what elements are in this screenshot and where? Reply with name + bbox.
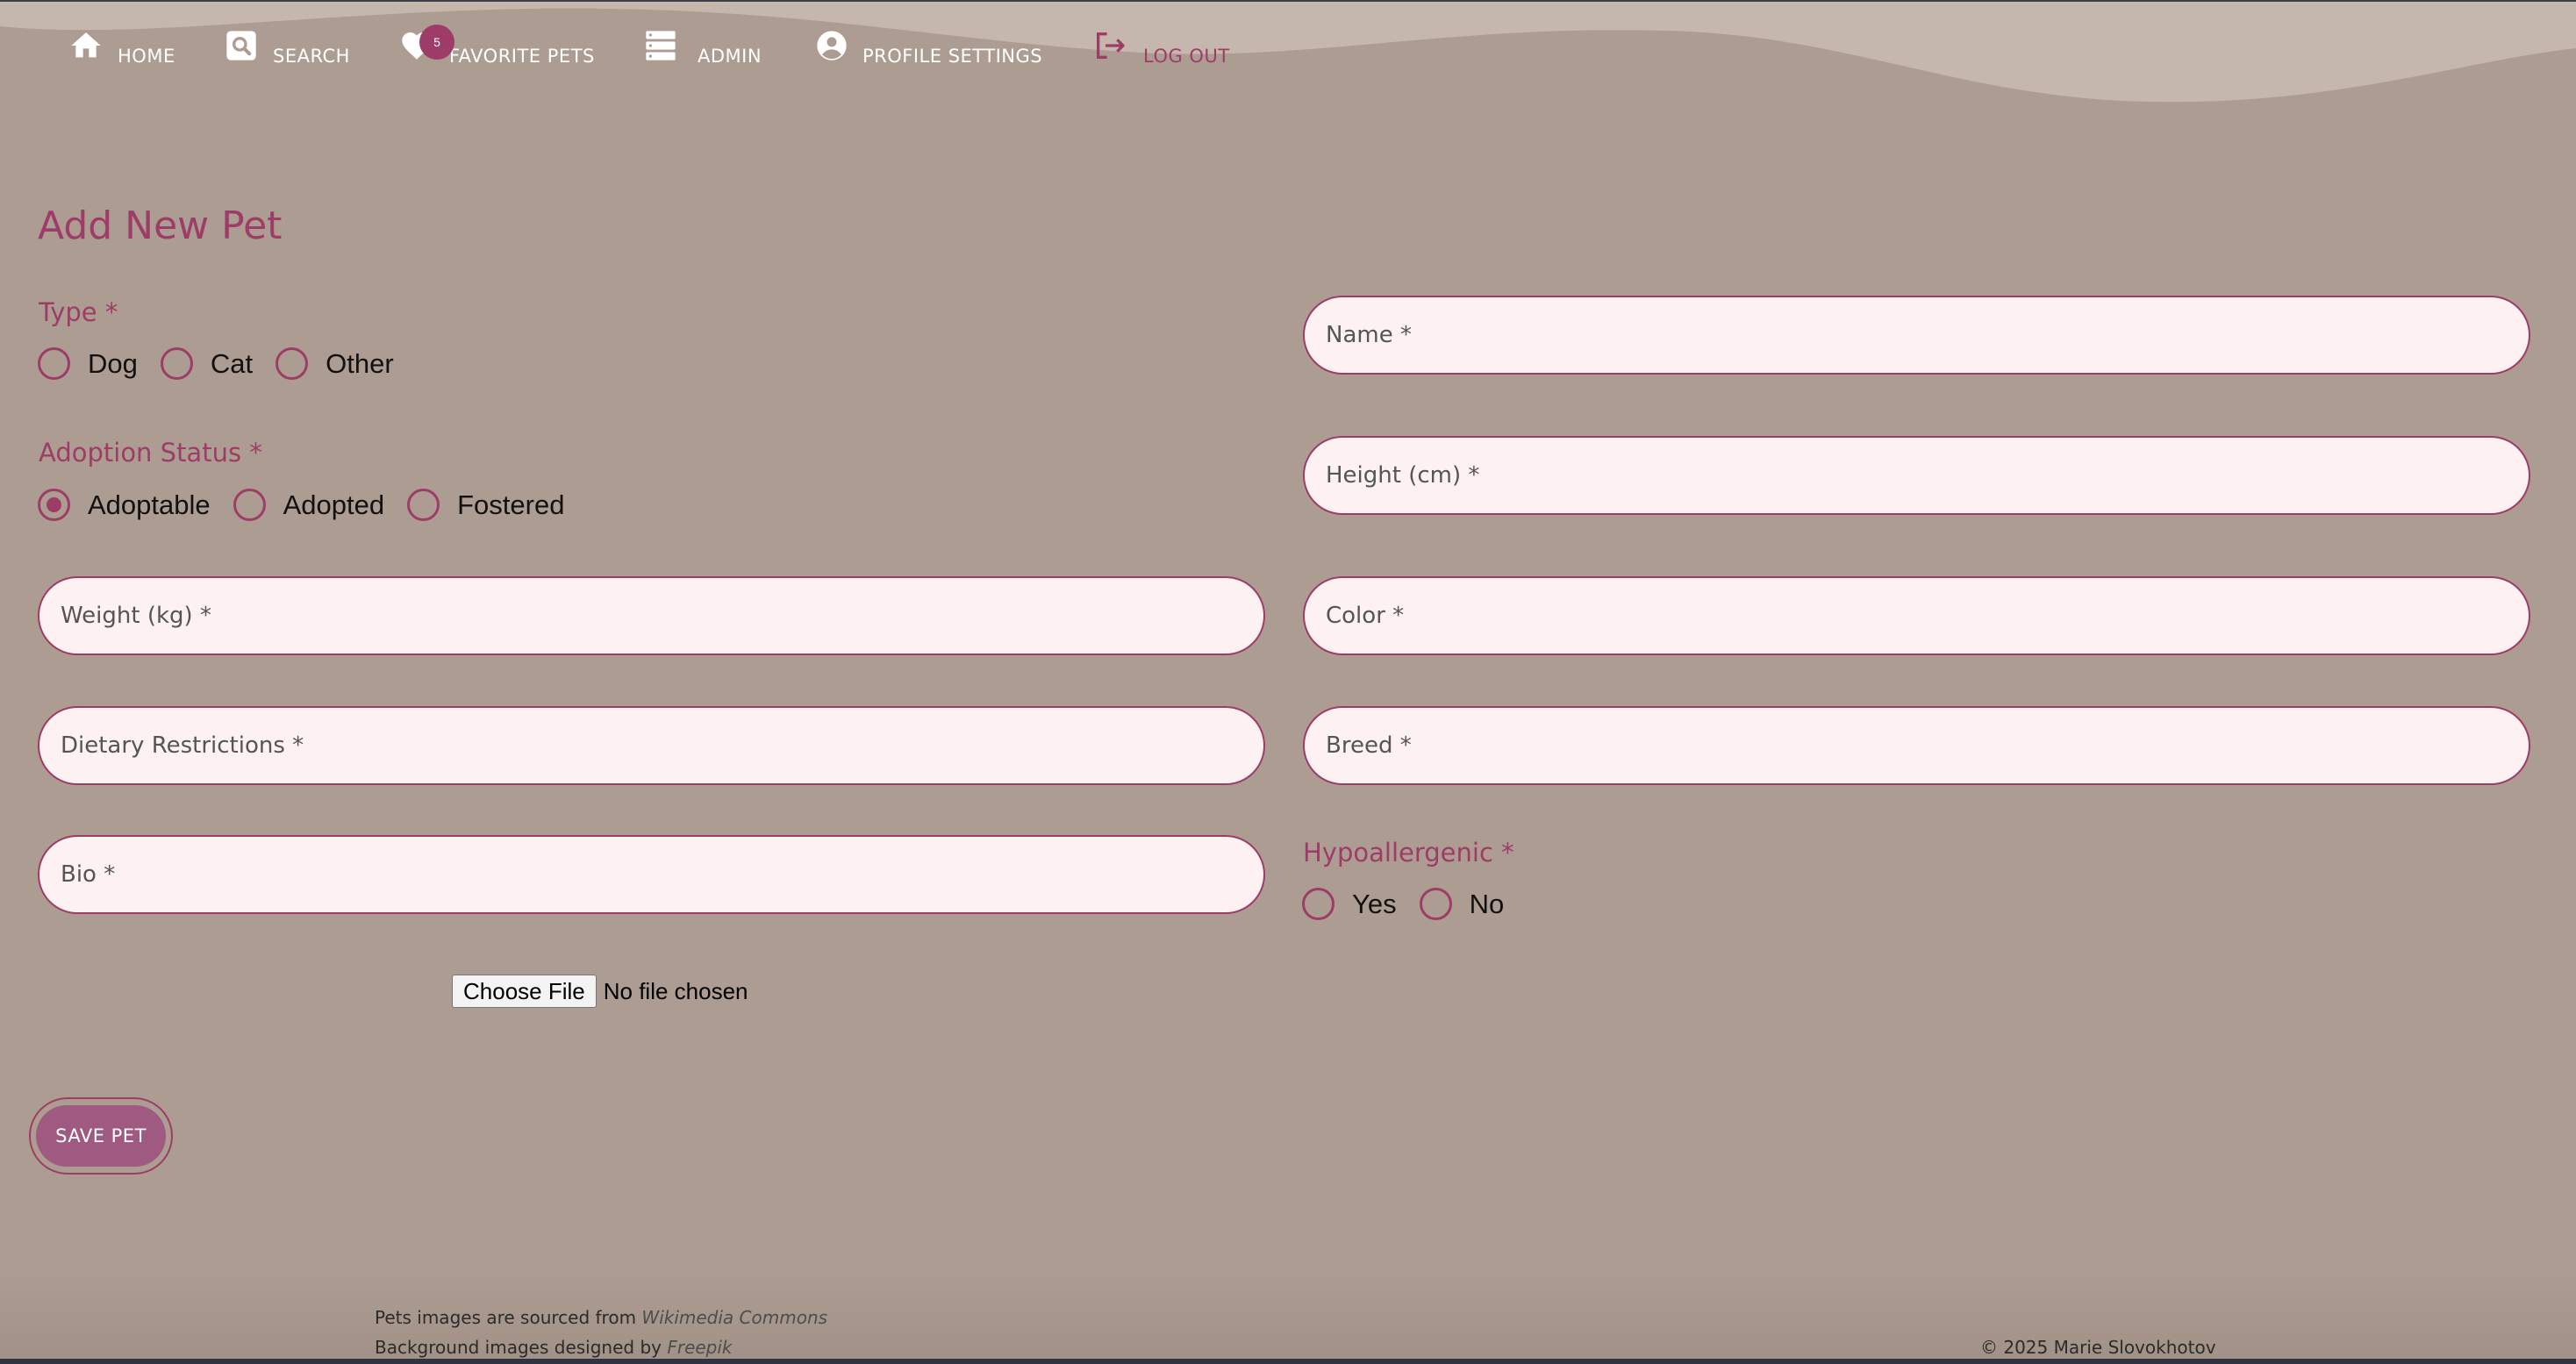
search-icon (226, 31, 256, 61)
radio-yes[interactable] (1302, 888, 1335, 920)
hypoallergenic-radio-group: Yes No (1302, 888, 1527, 920)
dietary-restrictions-input[interactable] (38, 706, 1265, 785)
window-top-border (0, 0, 2576, 2)
favorites-count-badge: 5 (419, 25, 454, 60)
radio-dog-label: Dog (88, 347, 138, 379)
footer-images-text: Pets images are sourced from (375, 1307, 642, 1328)
hypoallergenic-option-yes[interactable]: Yes (1302, 888, 1397, 920)
nav-admin-label: ADMIN (698, 46, 762, 67)
type-label: Type * (39, 297, 118, 327)
window-bottom-border (0, 1359, 2576, 1364)
adoption-status-radio-group: Adoptable Adopted Fostered (38, 489, 587, 521)
type-option-dog[interactable]: Dog (38, 347, 138, 380)
radio-adopted-label: Adopted (283, 489, 385, 520)
file-status-text: No file chosen (603, 977, 748, 1004)
radio-yes-label: Yes (1352, 888, 1397, 919)
nav-home[interactable]: HOME (68, 26, 182, 75)
footer-background-credit: Background images designed by Freepik (375, 1337, 733, 1358)
freepik-link[interactable]: Freepik (667, 1337, 732, 1358)
footer-images-credit: Pets images are sourced from Wikimedia C… (375, 1307, 827, 1328)
nav-profile-label: PROFILE SETTINGS (862, 46, 1043, 67)
radio-adoptable[interactable] (38, 489, 70, 521)
type-option-cat[interactable]: Cat (160, 347, 254, 380)
radio-cat[interactable] (160, 347, 193, 380)
radio-fostered[interactable] (407, 489, 440, 521)
color-input[interactable] (1303, 576, 2530, 655)
radio-fostered-label: Fostered (457, 489, 565, 520)
save-pet-button[interactable]: SAVE PET (36, 1105, 166, 1167)
height-input[interactable] (1303, 436, 2530, 515)
nav-admin[interactable]: ADMIN (643, 26, 766, 75)
radio-no[interactable] (1419, 888, 1452, 920)
logout-icon (1097, 32, 1125, 59)
adoption-status-label: Adoption Status * (39, 438, 262, 468)
footer-bg-text: Background images designed by (375, 1337, 668, 1358)
radio-adopted[interactable] (233, 489, 266, 521)
nav-search[interactable]: SEARCH (224, 26, 355, 75)
nav-home-label: HOME (118, 46, 175, 67)
status-option-adoptable[interactable]: Adoptable (38, 489, 211, 521)
breed-input[interactable] (1303, 706, 2530, 785)
main-navigation: HOME SEARCH FAVORITE PETS 5 ADMIN PROFIL… (0, 0, 1316, 88)
nav-logout-label: LOG OUT (1143, 46, 1230, 67)
nav-search-label: SEARCH (273, 46, 350, 67)
hypoallergenic-option-no[interactable]: No (1419, 888, 1505, 920)
home-icon (71, 32, 101, 58)
footer-copyright: © 2025 Marie Slovokhotov (1980, 1337, 2216, 1358)
hypoallergenic-label: Hypoallergenic * (1303, 838, 1514, 868)
bio-input[interactable] (38, 835, 1265, 914)
choose-file-button[interactable]: Choose File (452, 975, 597, 1008)
nav-favorites-label: FAVORITE PETS (449, 46, 595, 67)
type-option-other[interactable]: Other (275, 347, 394, 380)
page-title: Add New Pet (38, 204, 283, 248)
user-circle-icon (817, 31, 847, 61)
type-radio-group: Dog Cat Other (38, 347, 417, 380)
radio-adoptable-label: Adoptable (88, 489, 211, 520)
radio-no-label: No (1469, 888, 1505, 919)
name-input[interactable] (1303, 296, 2530, 375)
wikimedia-link[interactable]: Wikimedia Commons (641, 1307, 827, 1328)
radio-other-label: Other (326, 347, 394, 379)
file-upload: Choose File No file chosen (452, 975, 748, 1008)
nav-logout[interactable]: LOG OUT (1092, 26, 1233, 75)
nav-profile-settings[interactable]: PROFILE SETTINGS (814, 26, 1051, 75)
radio-other[interactable] (275, 347, 309, 380)
status-option-adopted[interactable]: Adopted (233, 489, 385, 521)
radio-cat-label: Cat (210, 347, 254, 379)
weight-input[interactable] (38, 576, 1265, 655)
radio-dog[interactable] (38, 347, 70, 380)
status-option-fostered[interactable]: Fostered (407, 489, 564, 521)
server-list-icon (646, 31, 676, 61)
